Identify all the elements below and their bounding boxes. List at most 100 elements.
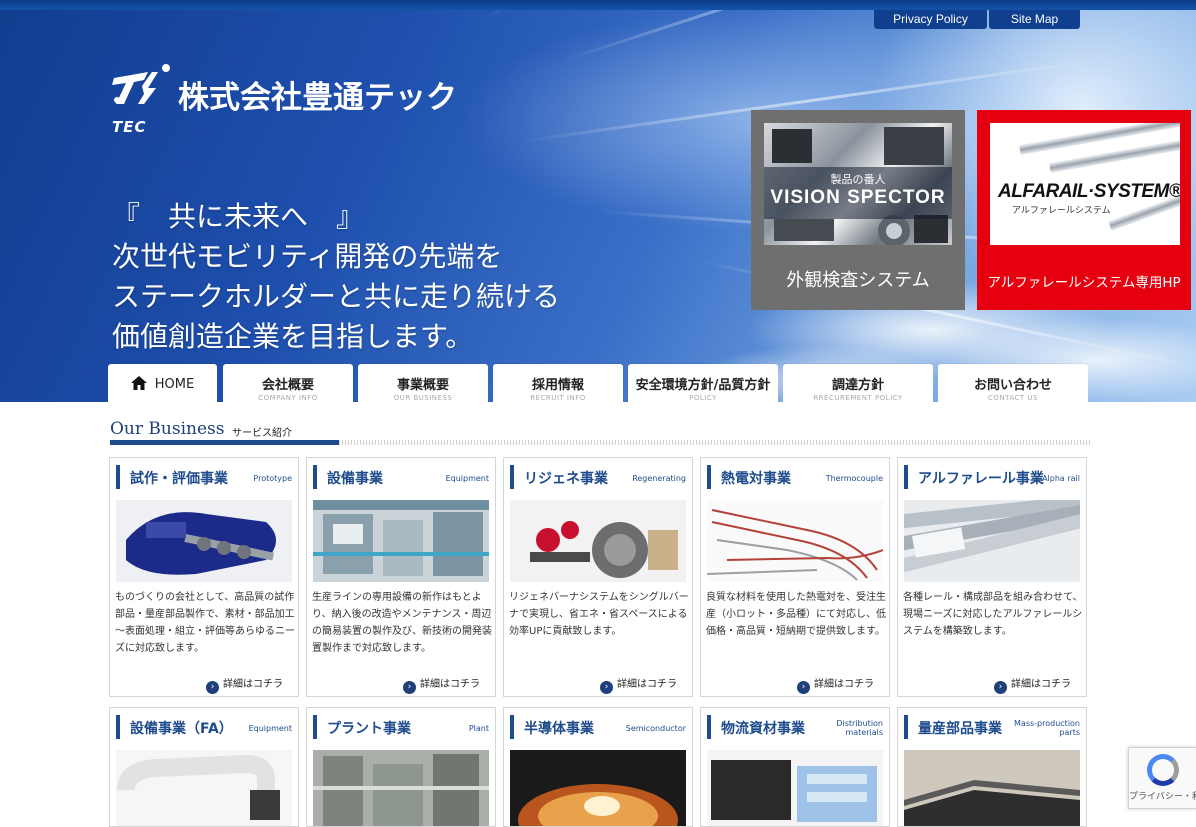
vision-spector-banner[interactable]: 製品の番人 VISION SPECTOR 外観検査システム <box>751 110 965 310</box>
nav-procurement[interactable]: 調達方針 RRECUREMENT POLICY <box>783 364 933 402</box>
card-title-en: Plant <box>468 724 489 733</box>
recaptcha-text[interactable]: プライバシー・利用規約 <box>1129 792 1196 802</box>
card-header: 物流資材事業 Distribution materials <box>707 715 883 739</box>
tec-logo-icon <box>112 64 170 104</box>
nav-business-label: 事業概要 <box>396 378 449 393</box>
card-more-label: 詳細はコチラ <box>420 679 480 690</box>
alfa-rail-label: アルファレールシステム専用HP <box>987 275 1181 291</box>
tagline-line: 次世代モビリティ開発の先端を <box>112 240 503 273</box>
nav-recruit[interactable]: 採用情報 RECRUIT INFO <box>493 364 623 402</box>
section-title: Our Business <box>110 419 225 439</box>
card-header: 半導体事業 Semiconductor <box>510 715 686 739</box>
card-image-distribution <box>707 750 883 826</box>
nav-contact-en: CONTACT US <box>988 394 1038 402</box>
card-more-label: 詳細はコチラ <box>1011 679 1071 690</box>
card-header: リジェネ事業 Regenerating <box>510 465 686 489</box>
card-image-alpha-rail <box>904 500 1080 582</box>
card-image-semiconductor <box>510 750 686 826</box>
vision-spector-label: 外観検査システム <box>786 270 930 291</box>
alfa-rail-image: ALFARAIL·SYSTEM® アルファレールシステム <box>990 123 1180 245</box>
card-description: 生産ラインの専用設備の新作はもとより、納入後の改造やメンテナンス・周辺の簡易装置… <box>312 592 492 654</box>
card-title: 物流資材事業 <box>721 721 805 737</box>
recaptcha-badge[interactable]: プライバシー・利用規約 <box>1128 747 1196 809</box>
card-title: 試作・評価事業 <box>130 471 228 487</box>
home-icon <box>130 376 147 390</box>
nav-company-label: 会社概要 <box>261 378 314 393</box>
site-map-link[interactable]: Site Map <box>989 10 1080 29</box>
nav-contact[interactable]: お問い合わせ CONTACT US <box>938 364 1088 402</box>
card-title: 量産部品事業 <box>918 721 1002 737</box>
recaptcha-icon <box>1147 754 1179 786</box>
card-title-en: Regenerating <box>632 474 686 483</box>
nav-recruit-label: 採用情報 <box>531 378 584 393</box>
arrow-right-icon: › <box>206 681 219 694</box>
card-header: 設備事業 Equipment <box>313 465 489 489</box>
vision-image-caption: 製品の番人 <box>830 173 886 186</box>
card-more-link[interactable]: › 詳細はコチラ <box>994 675 1071 694</box>
nav-business[interactable]: 事業概要 OUR BUSINESS <box>358 364 488 402</box>
card-more-link[interactable]: › 詳細はコチラ <box>797 675 874 694</box>
alfa-image-logo: ALFARAIL·SYSTEM® <box>998 181 1180 202</box>
card-description: ものづくりの会社として、高品質の試作部品・量産部品製作で、素材・部品加工～表面処… <box>115 592 295 654</box>
arrow-right-icon: › <box>403 681 416 694</box>
card-more-link[interactable]: › 詳細はコチラ <box>403 675 480 694</box>
nav-policy[interactable]: 安全環境方針/品質方針 POLICY <box>628 364 778 402</box>
business-card-alpha-rail[interactable]: アルファレール事業 Alpha rail 各種レール・構成部品を組み合わせて、現… <box>897 457 1087 697</box>
company-name: 株式会社豊通テック <box>178 80 457 116</box>
card-header: 設備事業（FA） Equipment <box>116 715 292 739</box>
card-title-en: Equipment <box>248 724 292 733</box>
business-card-equipment[interactable]: 設備事業 Equipment 生産ラインの専用設備の新作はもとより、納入後の改造… <box>306 457 496 697</box>
card-title-en: Distribution materials <box>836 719 883 737</box>
privacy-policy-link[interactable]: Privacy Policy <box>874 10 987 29</box>
nav-home[interactable]: HOME <box>108 364 217 402</box>
card-title-en: Prototype <box>253 474 292 483</box>
card-more-label: 詳細はコチラ <box>814 679 874 690</box>
business-card-regenerating[interactable]: リジェネ事業 Regenerating リジェネバーナシステムをシングルバーナで… <box>503 457 693 697</box>
nav-company[interactable]: 会社概要 COMPANY INFO <box>223 364 353 402</box>
card-image-prototype <box>116 500 292 582</box>
card-header: プラント事業 Plant <box>313 715 489 739</box>
tagline-line: 価値創造企業を目指します。 <box>112 320 474 353</box>
alfa-rail-banner[interactable]: ALFARAIL·SYSTEM® アルファレールシステム アルファレールシステム… <box>977 110 1191 310</box>
business-card-equipment-fa[interactable]: 設備事業（FA） Equipment <box>109 707 299 827</box>
business-card-mass-production[interactable]: 量産部品事業 Mass-production parts <box>897 707 1087 827</box>
business-card-plant[interactable]: プラント事業 Plant <box>306 707 496 827</box>
card-image-mass-production <box>904 750 1080 826</box>
card-title: 半導体事業 <box>524 721 594 737</box>
card-title: プラント事業 <box>327 721 411 737</box>
card-image-equipment-fa <box>116 750 292 826</box>
card-title: 熱電対事業 <box>721 471 791 487</box>
card-header: 試作・評価事業 Prototype <box>116 465 292 489</box>
tagline-line: 『 共に未来へ 』 <box>112 200 365 233</box>
card-image-equipment <box>313 500 489 582</box>
business-card-distribution[interactable]: 物流資材事業 Distribution materials <box>700 707 890 827</box>
card-title-en: Mass-production parts <box>1014 719 1080 737</box>
card-more-link[interactable]: › 詳細はコチラ <box>600 675 677 694</box>
nav-contact-label: お問い合わせ <box>973 378 1052 393</box>
business-card-thermocouple[interactable]: 熱電対事業 Thermocouple 良質な材料を使用した熱電対を、受注生産（小… <box>700 457 890 697</box>
card-image-thermocouple <box>707 500 883 582</box>
arrow-right-icon: › <box>600 681 613 694</box>
card-header: アルファレール事業 Alpha rail <box>904 465 1080 489</box>
card-description: 良質な材料を使用した熱電対を、受注生産（小ロット・多品種）にて対応し、低価格・高… <box>706 592 886 637</box>
nav-business-en: OUR BUSINESS <box>393 394 453 402</box>
hero-tagline: 『 共に未来へ 』 次世代モビリティ開発の先端を ステークホルダーと共に走り続け… <box>112 197 560 357</box>
card-title: リジェネ事業 <box>524 471 608 487</box>
card-title-en: Semiconductor <box>625 724 686 733</box>
card-image-regenerating <box>510 500 686 582</box>
nav-home-label: HOME <box>154 377 195 392</box>
section-subtitle: サービス紹介 <box>232 428 292 439</box>
card-title: アルファレール事業 <box>918 471 1044 487</box>
card-header: 量産部品事業 Mass-production parts <box>904 715 1080 739</box>
vision-image-title: VISION SPECTOR <box>770 187 946 208</box>
top-links: Privacy Policy Site Map <box>874 10 1080 29</box>
card-title: 設備事業（FA） <box>130 721 233 737</box>
nav-policy-label: 安全環境方針/品質方針 <box>635 378 771 393</box>
top-bar <box>0 0 1196 10</box>
business-card-semiconductor[interactable]: 半導体事業 Semiconductor <box>503 707 693 827</box>
company-logo[interactable]: TEC 株式会社豊通テック <box>108 62 478 142</box>
tagline-line: ステークホルダーと共に走り続ける <box>112 280 561 313</box>
business-card-prototype[interactable]: 試作・評価事業 Prototype ものづくりの会社として、高品質の試作部品・量… <box>109 457 299 697</box>
card-more-link[interactable]: › 詳細はコチラ <box>206 675 283 694</box>
arrow-right-icon: › <box>797 681 810 694</box>
